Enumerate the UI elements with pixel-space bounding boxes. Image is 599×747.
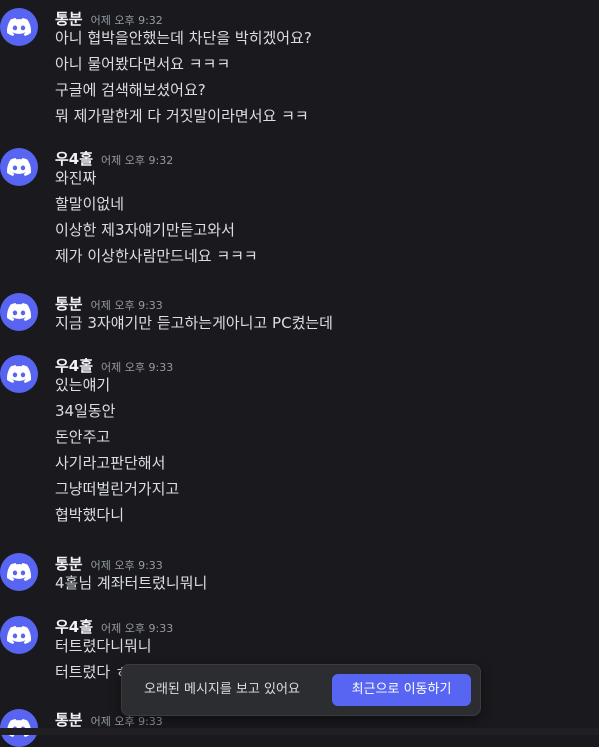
message-text: 있는얘기 xyxy=(55,376,111,394)
timestamp: 어제 오후 9:32 xyxy=(101,154,174,167)
message-text: 아니 협박을안했는데 차단을 박히겠어요? xyxy=(55,29,312,47)
jump-to-present-button[interactable]: 최근으로 이동하기 xyxy=(332,674,471,706)
message-text: 터트렸다 ㅎ xyxy=(55,663,129,681)
message-text: 4홀님 계좌터트렸니뭐니 xyxy=(55,574,208,592)
composer-edge xyxy=(0,728,599,735)
message-text: 터트렸다니뭐니 xyxy=(55,637,152,655)
avatar[interactable] xyxy=(0,293,38,331)
message-text: 뭐 제가말한게 다 거짓말이라면서요 ㅋㅋ xyxy=(55,107,309,125)
message-text: 사기라고판단해서 xyxy=(55,454,166,472)
message-text: 34일동안 xyxy=(55,402,116,420)
discord-logo-icon xyxy=(7,303,31,321)
message-text: 제가 이상한사람만드네요 ㅋㅋㅋ xyxy=(55,247,258,265)
discord-logo-icon xyxy=(7,18,31,36)
avatar[interactable] xyxy=(0,8,38,46)
message-text: 와진짜 xyxy=(55,169,97,187)
older-messages-text: 오래된 메시지를 보고 있어요 xyxy=(144,682,300,697)
discord-logo-icon xyxy=(7,563,31,581)
avatar[interactable] xyxy=(0,148,38,186)
message-text: 그냥떠벌린거가지고 xyxy=(55,480,180,498)
message-text: 지금 3자얘기만 듣고하는게아니고 PC켰는데 xyxy=(55,314,333,332)
discord-logo-icon xyxy=(7,626,31,644)
message-text: 협박했다니 xyxy=(55,506,125,524)
discord-logo-icon xyxy=(7,158,31,176)
message-text: 할말이없네 xyxy=(55,195,125,213)
username[interactable]: 통분 xyxy=(55,709,83,730)
message-text: 돈안주고 xyxy=(55,428,111,446)
message-list[interactable]: 통분 어제 오후 9:32 아니 협박을안했는데 차단을 박히겠어요? 아니 물어봤다… xyxy=(0,0,599,747)
message-text: 구글에 검색해보셨어요? xyxy=(55,81,206,99)
timestamp: 어제 오후 9:33 xyxy=(101,361,174,374)
avatar[interactable] xyxy=(0,616,38,654)
older-messages-banner: 오래된 메시지를 보고 있어요 최근으로 이동하기 xyxy=(121,664,481,716)
avatar[interactable] xyxy=(0,553,38,591)
message-text: 이상한 제3자얘기만듣고와서 xyxy=(55,221,235,239)
avatar[interactable] xyxy=(0,355,38,393)
discord-logo-icon xyxy=(7,365,31,383)
message-text: 아니 물어봤다면서요 ㅋㅋㅋ xyxy=(55,55,231,73)
